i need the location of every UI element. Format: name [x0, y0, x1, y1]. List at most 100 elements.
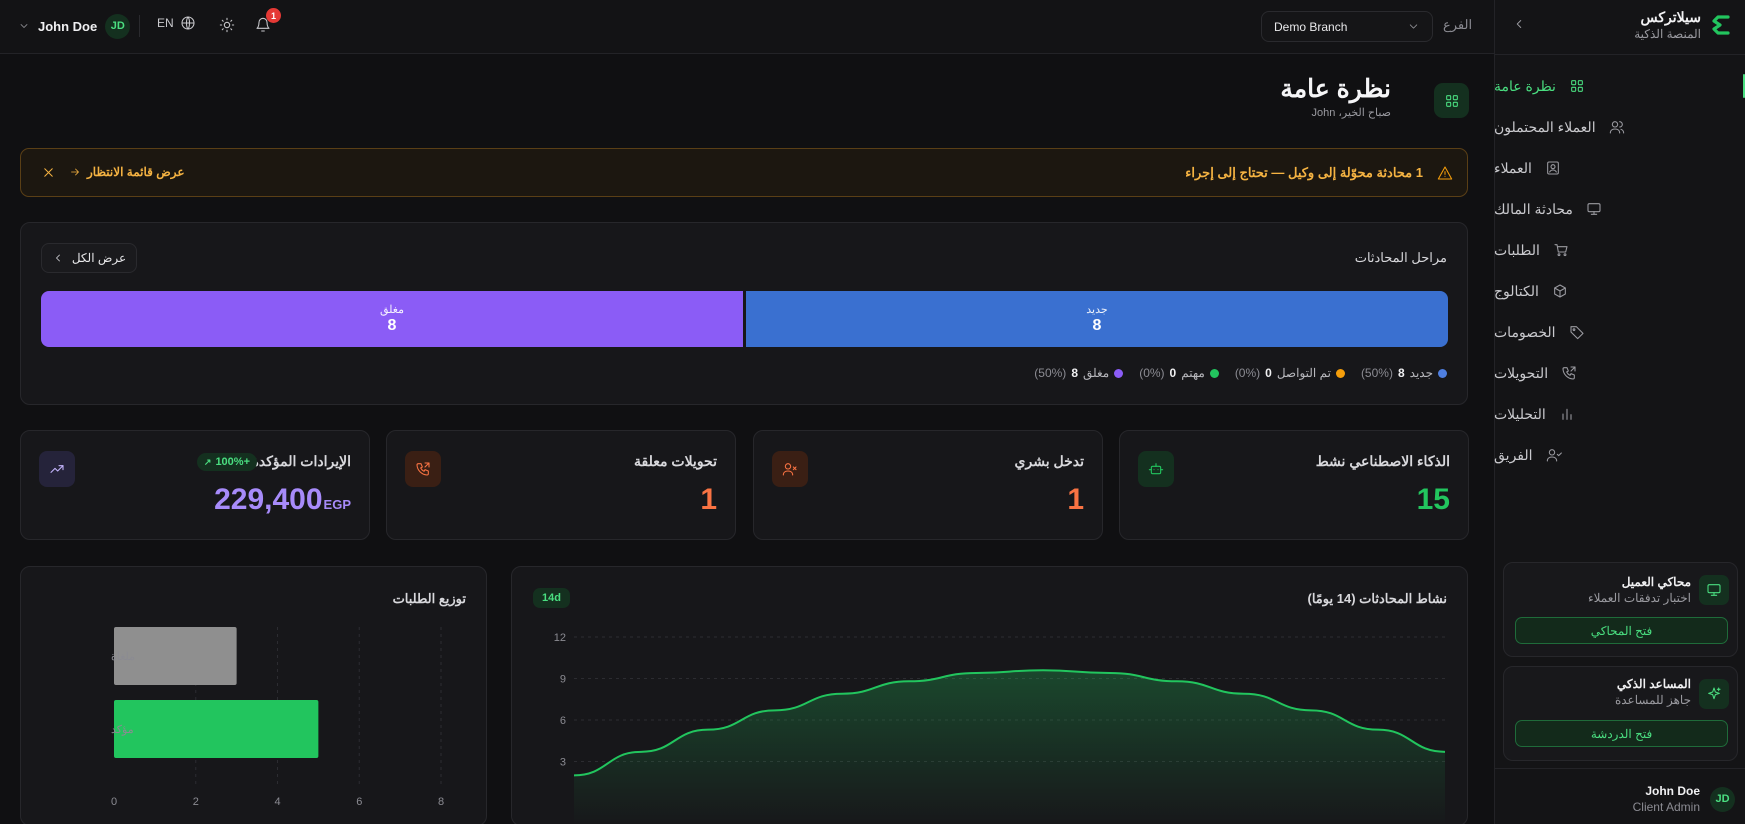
- stage-value: 8: [387, 317, 397, 334]
- sidebar-item-1[interactable]: العملاء المحتملون: [1494, 113, 1745, 141]
- avatar: JD: [105, 13, 131, 39]
- sidebar-item-0[interactable]: نظرة عامة: [1494, 72, 1745, 100]
- globe-icon: [181, 16, 195, 30]
- dashboard-icon: [1568, 77, 1586, 95]
- stages-card: مراحل المحادثات عرض الكل جديد 8 مغلق 8 جديد…: [20, 222, 1468, 405]
- sidebar-item-label: محادثة المالك: [1494, 200, 1573, 217]
- divider: [139, 15, 140, 37]
- stat-card: الذكاء الاصطناعي نشط 15: [1119, 430, 1469, 540]
- sidebar-item-label: الخصومات: [1494, 323, 1556, 340]
- branch-label: الفرع: [1443, 17, 1473, 32]
- sidebar-item-2[interactable]: العملاء: [1494, 154, 1745, 182]
- sidebar-item-3[interactable]: محادثة المالك: [1494, 195, 1745, 223]
- brand-logo: [1709, 12, 1735, 38]
- legend-percent: (0%): [1234, 366, 1261, 380]
- package-icon: [1554, 284, 1566, 298]
- view-queue-link[interactable]: عرض قائمة الانتظار: [69, 165, 185, 179]
- stage-label: مغلق: [379, 304, 404, 316]
- user-menu[interactable]: John Doe JD: [18, 12, 131, 40]
- team-icon: [1546, 449, 1562, 462]
- sun-icon: [219, 17, 235, 33]
- footer-user[interactable]: John Doe Client Admin JD: [1633, 784, 1735, 814]
- chevron-down-icon: [1409, 24, 1418, 29]
- activity-area-chart: 3 6 9 12: [554, 632, 1446, 824]
- y-tick-label: 6: [560, 715, 566, 727]
- simulator-card: محاكي العميل اختبار تدفقات العملاء فتح ا…: [1503, 562, 1738, 657]
- open-simulator-button[interactable]: فتح المحاكي: [1515, 617, 1728, 644]
- divider: [1495, 768, 1745, 769]
- legend-label: مغلق: [1083, 366, 1110, 380]
- orders-bar-chart: 0 2 4 6 8 ملغاة مؤكد: [21, 627, 444, 808]
- collapse-sidebar-button[interactable]: [1512, 17, 1526, 36]
- legend-count: 8: [1397, 366, 1405, 380]
- legend-count: 0: [1265, 366, 1272, 380]
- page-greeting: صباح الخير، John: [1311, 107, 1391, 119]
- brand-name: سيلاتركس: [1640, 9, 1701, 25]
- monitor-icon: [1699, 575, 1729, 605]
- close-icon[interactable]: [41, 165, 56, 180]
- theme-toggle[interactable]: [219, 17, 235, 38]
- bot-icon: [1138, 451, 1174, 487]
- brand: سيلاتركس المنصة الذكية: [1634, 9, 1701, 41]
- legend-count: 8: [1071, 366, 1078, 380]
- stat-value: 1: [700, 483, 717, 517]
- view-all-button[interactable]: عرض الكل: [41, 243, 137, 273]
- sidebar-item-label: نظرة عامة: [1494, 77, 1556, 94]
- sidebar-item-5[interactable]: الكتالوج: [1494, 277, 1745, 305]
- page-title: نظرة عامة: [1280, 75, 1391, 103]
- view-queue-label: عرض قائمة الانتظار: [87, 165, 185, 179]
- footer-user-name: John Doe: [1645, 784, 1700, 798]
- stage-value: 8: [1092, 317, 1102, 334]
- arrow-up-right-icon: ↗: [203, 456, 212, 467]
- dashboard-icon: [1445, 94, 1458, 107]
- sidebar-item-7[interactable]: التحويلات: [1494, 359, 1745, 387]
- sidebar-item-4[interactable]: الطلبات: [1494, 236, 1745, 264]
- chevron-down-icon: [20, 24, 28, 28]
- team-icon: [1545, 446, 1563, 464]
- divider: [1495, 54, 1745, 55]
- assistant-title: المساعد الذكي: [1616, 677, 1691, 691]
- stage-label: جديد: [1086, 304, 1108, 316]
- sidebar-item-label: التحليلات: [1494, 405, 1546, 422]
- stage-segment[interactable]: جديد 8: [746, 291, 1448, 347]
- stat-title: تدخل بشري: [1014, 453, 1084, 469]
- footer-user-role: Client Admin: [1632, 800, 1700, 814]
- stages-bar: جديد 8 مغلق 8: [41, 291, 1448, 347]
- sidebar-item-label: العملاء المحتملون: [1494, 118, 1596, 135]
- bar-chart-icon: [1558, 405, 1576, 423]
- bar[interactable]: [114, 700, 319, 758]
- sidebar-item-9[interactable]: الفريق: [1494, 441, 1745, 469]
- tag-icon: [1569, 326, 1584, 340]
- monitor-icon: [1585, 200, 1603, 218]
- branch-select[interactable]: Demo Branch: [1261, 11, 1433, 42]
- legend-dot: [1209, 368, 1219, 378]
- sidebar-item-label: الطلبات: [1494, 241, 1540, 258]
- stat-title: الإيرادات المؤكدة: [251, 453, 351, 469]
- warning-icon: [1437, 166, 1453, 180]
- stat-value: 229,400EGP: [214, 483, 351, 517]
- legend-percent: (50%): [1360, 366, 1393, 380]
- sidebar-item-8[interactable]: التحليلات: [1494, 400, 1745, 428]
- legend-item: جديد 8 (50%): [1361, 366, 1447, 380]
- tag-icon: [1568, 323, 1586, 341]
- sidebar-item-6[interactable]: الخصومات: [1494, 318, 1745, 346]
- legend-percent: (0%): [1139, 366, 1165, 380]
- x-tick-label: 0: [111, 796, 117, 808]
- sidebar: سيلاتركس المنصة الذكية نظرة عامة العملاء …: [1494, 0, 1745, 824]
- stat-number: 15: [1416, 483, 1450, 516]
- legend-dot: [1335, 368, 1345, 378]
- stat-title: الذكاء الاصطناعي نشط: [1315, 453, 1450, 469]
- language-switch[interactable]: EN: [157, 15, 196, 31]
- y-tick-label: 12: [554, 632, 566, 644]
- cart-icon: [1552, 241, 1570, 259]
- contact-card-icon: [1544, 159, 1562, 177]
- legend-count: 0: [1169, 366, 1177, 380]
- stage-segment[interactable]: مغلق 8: [41, 291, 743, 347]
- chevron-left-icon: [55, 254, 60, 262]
- notifications-button[interactable]: 1: [255, 8, 281, 38]
- area-fill: [574, 670, 1445, 824]
- sparkles-icon: [1699, 679, 1729, 709]
- stat-unit: EGP: [323, 497, 351, 512]
- open-chat-button[interactable]: فتح الدردشة: [1515, 720, 1728, 747]
- language-label: EN: [157, 16, 174, 30]
